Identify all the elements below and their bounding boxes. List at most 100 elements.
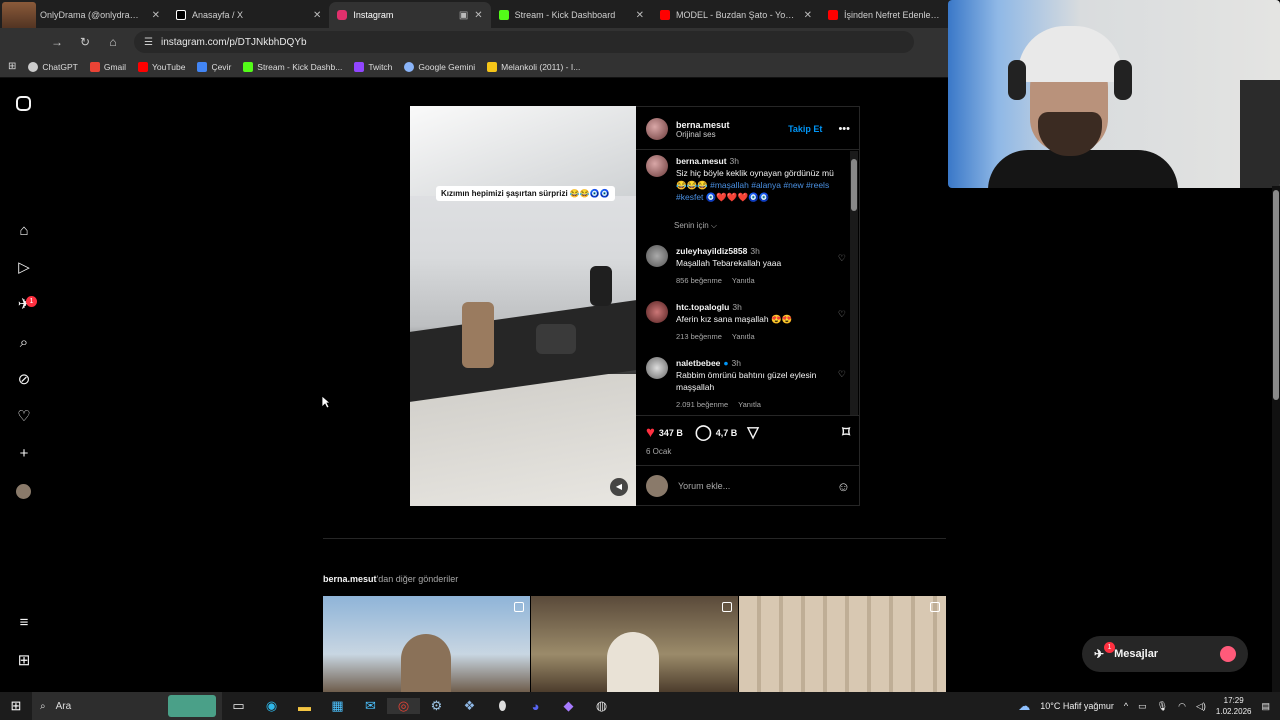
reels-icon[interactable]: ▷ [16, 260, 32, 276]
task-view-icon[interactable]: ▭ [222, 698, 255, 714]
comment-count[interactable]: 4,7 B [716, 428, 738, 438]
site-info-icon[interactable]: ☰ [144, 37, 153, 48]
audio-label[interactable]: Orijinal ses [676, 130, 780, 139]
obs-icon[interactable]: ◍ [585, 698, 618, 714]
avatar[interactable] [646, 118, 668, 140]
bookmark[interactable]: ChatGPT [28, 61, 78, 72]
browser-tab[interactable]: OnlyDrama (@onlydramaX) / X ✕ [0, 2, 168, 28]
app-icon[interactable]: ⬮ [486, 698, 519, 714]
avatar[interactable] [646, 301, 668, 323]
apps-grid-icon[interactable]: ⊞ [8, 61, 16, 72]
close-icon[interactable]: ✕ [636, 10, 644, 21]
wifi-icon[interactable]: ◠ [1178, 701, 1186, 712]
caption-username[interactable]: berna.mesut [676, 156, 727, 166]
heart-icon[interactable]: ♡ [16, 409, 32, 425]
browser-tab[interactable]: MODEL - Buzdan Şato - YouTube ✕ [652, 2, 820, 28]
bookmark[interactable]: Melankoli (2011) - I... [487, 61, 580, 72]
close-icon[interactable]: ✕ [313, 10, 321, 21]
mail-icon[interactable]: ✉ [354, 698, 387, 714]
post-video[interactable]: Kızımın hepimizi şaşırtan sürprizi 😂😂🧿🧿 … [410, 106, 636, 506]
more-options-icon[interactable]: ••• [838, 123, 850, 135]
taskbar-search[interactable]: ⌕ Ara [32, 692, 222, 720]
comment-likes[interactable]: 856 beğenme [676, 275, 722, 287]
like-comment-icon[interactable]: ♡ [838, 253, 846, 287]
post-thumbnail[interactable] [323, 596, 530, 693]
browser-tab-active[interactable]: Instagram ▣ ✕ [329, 2, 491, 28]
app-icon[interactable]: ◆ [552, 698, 585, 714]
comment-username[interactable]: htc.topaloglu [676, 302, 729, 312]
clock[interactable]: 17:29 1.02.2026 [1216, 695, 1252, 717]
avatar[interactable] [646, 245, 668, 267]
tab-title: MODEL - Buzdan Şato - YouTube [675, 10, 798, 20]
file-explorer-icon[interactable]: ▬ [288, 699, 321, 714]
more-posts-user[interactable]: berna.mesut [323, 574, 377, 584]
like-comment-icon[interactable]: ♡ [838, 309, 846, 343]
post-thumbnail[interactable] [531, 596, 738, 693]
avatar[interactable] [646, 357, 668, 379]
scrollbar-thumb[interactable] [851, 159, 857, 211]
avatar[interactable] [646, 155, 668, 177]
follow-button[interactable]: Takip Et [788, 124, 822, 134]
bookmark[interactable]: Stream - Kick Dashb... [243, 61, 342, 72]
like-count[interactable]: 347 B [659, 428, 683, 438]
comment-icon[interactable]: ◯ [695, 424, 712, 442]
steam-icon[interactable]: ⚙ [420, 698, 453, 714]
bookmark[interactable]: Google Gemini [404, 61, 475, 72]
browser-tab[interactable]: Stream - Kick Dashboard ✕ [491, 2, 652, 28]
instagram-logo-icon[interactable] [16, 96, 31, 111]
chrome-icon[interactable]: ◎ [387, 698, 420, 714]
bookmark[interactable]: YouTube [138, 61, 185, 72]
liked-heart-icon[interactable]: ♥ [646, 424, 655, 442]
search-icon[interactable]: ⌕ [16, 335, 32, 351]
close-icon[interactable]: ✕ [804, 10, 812, 21]
like-comment-icon[interactable]: ♡ [838, 369, 846, 411]
messages-button[interactable]: ✈ 1 Mesajlar [1082, 636, 1248, 672]
reply-link[interactable]: Yanıtla [738, 399, 761, 411]
post-thumbnail[interactable] [739, 596, 946, 693]
edge-icon[interactable]: ◉ [255, 698, 288, 714]
network-icon[interactable]: ▭ [1138, 701, 1147, 712]
bookmark-icon[interactable]: ⌑ [842, 424, 850, 442]
bookmark[interactable]: Çevir [197, 61, 231, 72]
home-icon[interactable]: ⌂ [106, 35, 120, 49]
menu-icon[interactable]: ≡ [16, 615, 32, 631]
browser-tab[interactable]: Anasayfa / X ✕ [168, 2, 329, 28]
url-input[interactable]: ☰ instagram.com/p/DTJNkbhDQYb [134, 31, 914, 53]
discord-icon[interactable]: ◕ [519, 699, 552, 714]
volume-icon[interactable]: ◁) [1196, 701, 1206, 712]
comment-input[interactable]: Yorum ekle... [678, 481, 827, 491]
explore-icon[interactable]: ⊘ [16, 372, 32, 388]
windows-start-icon[interactable]: ⊞ [0, 698, 32, 714]
scrollbar-thumb[interactable] [1273, 190, 1279, 400]
comments-scrollbar[interactable] [850, 151, 858, 415]
create-icon[interactable]: + [16, 446, 32, 462]
browser-tab[interactable]: İşinden Nefret Edenlere ÖZEL [820, 2, 950, 28]
bookmark[interactable]: Twitch [354, 61, 392, 72]
chevron-up-icon[interactable]: ^ [1124, 701, 1128, 711]
page-scrollbar[interactable] [1272, 186, 1280, 692]
app-icon[interactable]: ❖ [453, 698, 486, 714]
reply-link[interactable]: Yanıtla [732, 331, 755, 343]
profile-avatar[interactable] [16, 484, 31, 499]
apps-icon[interactable]: ⊞ [16, 653, 32, 669]
mic-icon[interactable]: 🎙 [1157, 701, 1168, 712]
notifications-icon[interactable]: ▤ [1261, 701, 1270, 712]
back-icon[interactable]: → [50, 35, 64, 49]
bookmark[interactable]: Gmail [89, 61, 126, 72]
weather-text[interactable]: 10°C Hafif yağmur [1040, 701, 1114, 711]
comment-username[interactable]: naletbebee [676, 358, 720, 368]
close-icon[interactable]: ✕ [152, 10, 160, 21]
close-icon[interactable]: ✕ [474, 10, 482, 21]
comment-likes[interactable]: 2.091 beğenme [676, 399, 728, 411]
reply-link[interactable]: Yanıtla [732, 275, 755, 287]
volume-icon[interactable]: ◀ [610, 478, 628, 496]
comment-username[interactable]: zuleyhayildiz5858 [676, 246, 747, 256]
reload-icon[interactable]: ↻ [78, 35, 92, 49]
comment-filter-dropdown[interactable]: Senin için ⌵ [674, 221, 717, 231]
share-icon[interactable]: ▽ [747, 424, 759, 442]
comment-likes[interactable]: 213 beğenme [676, 331, 722, 343]
store-icon[interactable]: ▦ [321, 698, 354, 714]
home-icon[interactable]: ⌂ [16, 223, 32, 239]
post-username[interactable]: berna.mesut [676, 120, 780, 130]
emoji-icon[interactable]: ☺ [837, 479, 850, 494]
